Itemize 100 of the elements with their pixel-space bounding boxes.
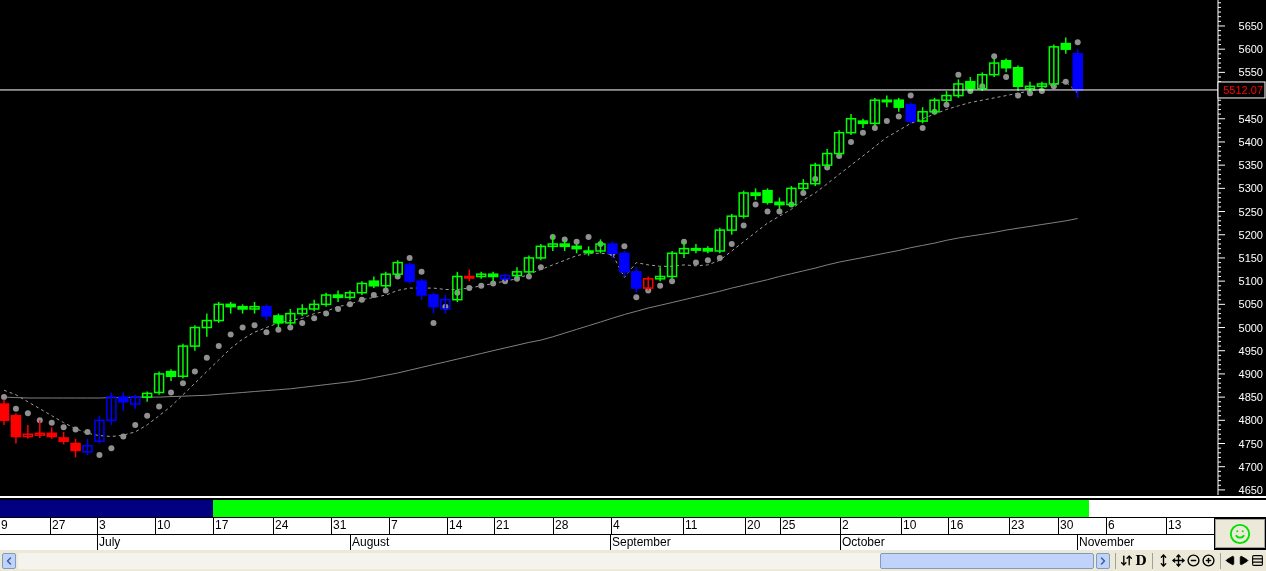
- sar-dot: [776, 208, 783, 215]
- scroll-right-button[interactable]: [1096, 552, 1110, 569]
- sar-dot: [1003, 74, 1010, 80]
- sar-dot: [859, 129, 866, 136]
- sar-dot: [812, 176, 819, 183]
- month-label: September: [612, 535, 671, 549]
- sar-dot: [848, 138, 855, 145]
- sar-dot: [502, 278, 509, 285]
- sar-dot: [621, 243, 628, 250]
- sar-dot: [346, 301, 353, 308]
- sar-dot: [24, 410, 31, 417]
- sar-dot: [788, 201, 795, 208]
- axis-label: 4900: [1238, 367, 1263, 380]
- axis-label: 5550: [1238, 66, 1263, 79]
- axis-label: 5450: [1238, 112, 1263, 125]
- sar-dot: [168, 389, 174, 396]
- sar-dot: [800, 190, 807, 196]
- sar-dot: [358, 296, 365, 303]
- day-label: 14: [449, 518, 463, 532]
- sar-dot: [478, 282, 485, 289]
- sar-dot: [585, 234, 592, 241]
- axis-label: 5000: [1238, 321, 1263, 334]
- sar-dot: [514, 275, 520, 282]
- day-label: 20: [747, 518, 761, 532]
- sar-dot: [1, 394, 7, 401]
- sar-dot: [144, 412, 151, 419]
- sar-dot: [60, 424, 67, 431]
- sar-dot: [657, 282, 664, 289]
- scroll-left-button[interactable]: [2, 552, 16, 569]
- day-label: 31: [333, 518, 347, 532]
- sar-dot: [597, 241, 604, 247]
- sar-dot: [382, 287, 389, 294]
- sar-dot: [836, 152, 843, 159]
- day-label: 28: [555, 518, 569, 532]
- day-label: 16: [950, 518, 964, 532]
- sar-dot: [335, 305, 342, 312]
- day-label: 10: [903, 518, 917, 532]
- axis-label: 5250: [1238, 205, 1263, 218]
- sar-dot: [919, 125, 926, 132]
- sar-dot: [96, 452, 103, 459]
- sar-dot: [824, 164, 831, 171]
- day-label: 6: [1108, 518, 1115, 532]
- swap-icon: [1120, 554, 1134, 567]
- day-label: 7: [391, 518, 398, 532]
- sar-dot: [692, 259, 699, 266]
- day-label: 25: [782, 518, 796, 532]
- price-label: 5512.07: [1217, 81, 1266, 99]
- day-label: 17: [215, 518, 229, 532]
- sar-dot: [215, 343, 222, 350]
- day-label: 21: [496, 518, 510, 532]
- scroll-thumb[interactable]: [880, 552, 1094, 569]
- sar-dot: [299, 319, 306, 326]
- sar-dot: [931, 108, 938, 115]
- axis-label: 5350: [1238, 159, 1263, 172]
- ref-line-label: 5512.07: [1223, 83, 1263, 96]
- day-label: 23: [1011, 518, 1025, 532]
- sar-dot: [227, 331, 234, 338]
- month-label: October: [842, 535, 885, 549]
- d-button[interactable]: D: [1135, 551, 1147, 570]
- sar-dot: [406, 254, 413, 261]
- axis-label: 5400: [1238, 135, 1263, 148]
- pan-button[interactable]: [1171, 551, 1185, 570]
- sar-dot: [728, 241, 735, 247]
- sar-dot: [907, 92, 914, 99]
- axis-label: 4850: [1238, 391, 1263, 404]
- sar-dot: [669, 278, 676, 285]
- zoom-in-button[interactable]: [1201, 551, 1215, 570]
- sar-dot: [370, 292, 377, 299]
- sar-dot: [1050, 83, 1057, 90]
- axis-label: 5300: [1238, 182, 1263, 195]
- month-label: November: [1079, 535, 1135, 549]
- sar-dot: [251, 322, 258, 329]
- sar-dot: [394, 273, 401, 280]
- right-triangle-icon: [1238, 555, 1249, 566]
- day-label: 4: [613, 518, 620, 532]
- smiley-icon: [1229, 522, 1251, 545]
- sar-dot: [84, 428, 91, 435]
- zoom-out-button[interactable]: [1186, 551, 1200, 570]
- day-label: 13: [1168, 518, 1182, 532]
- list-icon: [1251, 554, 1264, 567]
- sar-dot: [716, 254, 723, 261]
- axis-label: 4800: [1238, 414, 1263, 427]
- sar-dot: [537, 264, 544, 271]
- month-label: July: [99, 535, 121, 549]
- sar-dot: [72, 426, 79, 433]
- sar-dot: [179, 380, 186, 387]
- sar-dot: [442, 303, 449, 310]
- sar-dot: [490, 280, 497, 287]
- sar-dot: [991, 53, 998, 60]
- day-label: 11: [685, 518, 698, 532]
- sar-dot: [1074, 39, 1081, 46]
- sar-dot: [120, 433, 127, 440]
- sar-dot: [156, 403, 163, 410]
- sar-dot: [645, 287, 652, 294]
- sar-dot: [36, 417, 43, 424]
- day-label: 9: [1, 518, 8, 532]
- sar-dot: [955, 71, 962, 78]
- sar-dot: [311, 315, 318, 322]
- sar-dot: [1062, 78, 1069, 85]
- day-label: 3: [99, 518, 106, 532]
